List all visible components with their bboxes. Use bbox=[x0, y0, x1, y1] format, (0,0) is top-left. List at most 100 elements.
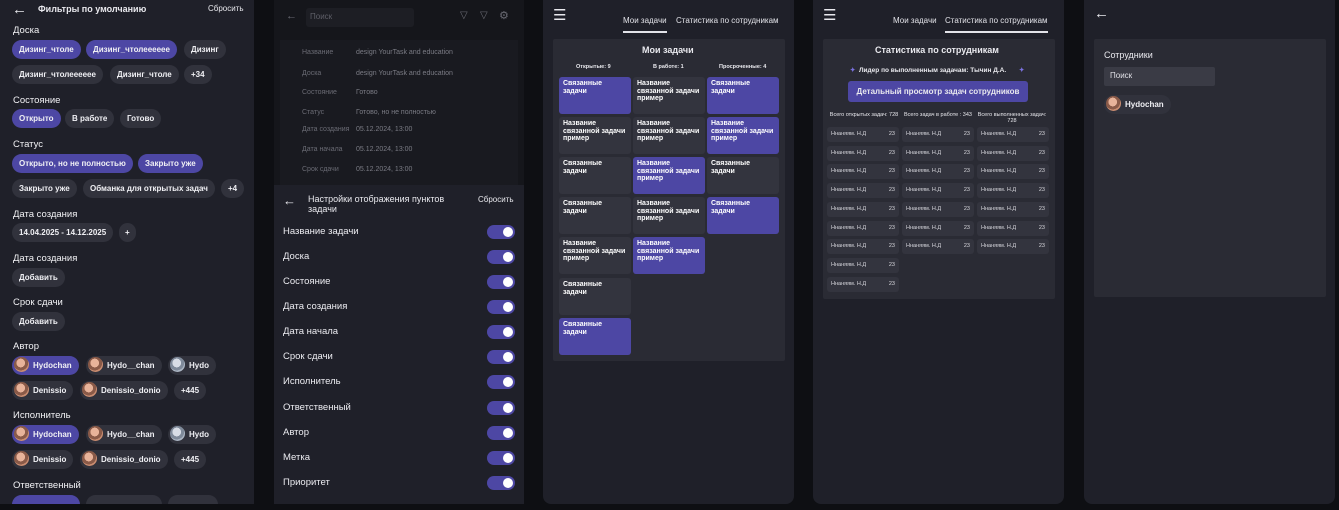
responsible-chip[interactable] bbox=[12, 495, 80, 504]
task-count: 23 bbox=[888, 243, 895, 250]
preview-label: Статус bbox=[302, 109, 325, 116]
add-created-button[interactable]: Добавить bbox=[12, 268, 65, 287]
task-count: 23 bbox=[888, 131, 895, 137]
task-card[interactable]: Название связанной задачи пример bbox=[633, 117, 705, 154]
status-chip[interactable]: Закрыто уже bbox=[138, 154, 203, 173]
menu-icon[interactable]: ☰ bbox=[553, 8, 566, 23]
task-card[interactable]: Название связанной задачи пример bbox=[559, 117, 631, 154]
tab-my-tasks[interactable]: Мои задачи bbox=[623, 16, 667, 33]
state-chip[interactable]: Открыто bbox=[12, 109, 61, 128]
detail-view-button[interactable]: Детальный просмотр задач сотрудников bbox=[848, 81, 1028, 102]
toggle-switch[interactable] bbox=[487, 250, 515, 264]
employee-name: Ннаняям. Н.Д bbox=[981, 224, 1017, 231]
tab-stats[interactable]: Статистика по сотрудникам bbox=[676, 16, 779, 25]
back-arrow-icon[interactable]: ← bbox=[283, 193, 296, 208]
avatar bbox=[1106, 96, 1121, 112]
author-chip[interactable]: Denissio_donio bbox=[80, 381, 168, 400]
board-chip[interactable]: Дизинг_чтоле bbox=[12, 40, 81, 59]
display-settings-panel: ← Поиск ▽ ▽ ⚙ Название design YourTask an… bbox=[274, 0, 524, 504]
executor-chip[interactable]: Denissio bbox=[12, 450, 74, 469]
toggle-switch[interactable] bbox=[487, 225, 515, 239]
tab-my-tasks[interactable]: Мои задачи bbox=[893, 16, 937, 25]
menu-icon[interactable]: ☰ bbox=[823, 8, 836, 23]
employee-name: Ннаняям. Н.Д bbox=[831, 243, 867, 250]
filters-panel: ← Фильтры по умолчанию Сбросить Доска Ди… bbox=[0, 0, 254, 504]
column-header: Всего открытых задач: 728 bbox=[829, 112, 899, 118]
toggle-label: Ответственный bbox=[283, 402, 351, 413]
responsible-chip[interactable] bbox=[168, 495, 218, 504]
task-card[interactable]: Название связанной задачи пример bbox=[633, 237, 705, 274]
task-count: 23 bbox=[963, 243, 970, 250]
task-card[interactable]: Связанные задачи bbox=[559, 77, 631, 114]
author-chip[interactable]: Hydochan bbox=[12, 356, 79, 375]
task-count: 23 bbox=[888, 149, 895, 156]
toggle-switch[interactable] bbox=[487, 275, 515, 289]
avatar bbox=[170, 426, 185, 442]
back-arrow-icon[interactable]: ← bbox=[12, 2, 27, 17]
task-card[interactable]: Связанные задачи bbox=[559, 197, 631, 234]
employee-chip[interactable]: Hydochan bbox=[1104, 95, 1171, 114]
state-chip[interactable]: В работе bbox=[65, 109, 115, 128]
gear-icon[interactable]: ⚙ bbox=[499, 9, 509, 22]
add-due-button[interactable]: Добавить bbox=[12, 312, 65, 331]
status-chip[interactable]: Обманка для открытых задач bbox=[83, 179, 215, 198]
board-chip[interactable]: Дизинг_чтоле bbox=[110, 65, 179, 84]
created-label: Дата создания bbox=[13, 209, 78, 220]
avatar bbox=[82, 451, 97, 467]
reset-button[interactable]: Сбросить bbox=[208, 4, 244, 13]
task-card[interactable]: Связанные задачи bbox=[707, 197, 779, 234]
board-more-chip[interactable]: +34 bbox=[184, 65, 212, 84]
task-card[interactable]: Название связанной задачи пример bbox=[633, 157, 705, 194]
task-card[interactable]: Связанные задачи bbox=[707, 157, 779, 194]
search-input[interactable]: Поиск bbox=[1104, 67, 1215, 86]
author-chip[interactable]: Hydo bbox=[168, 356, 216, 375]
filter-settings-icon[interactable]: ▽ bbox=[480, 10, 488, 21]
executor-chip[interactable]: Hydo bbox=[168, 425, 216, 444]
task-card[interactable]: Название связанной задачи пример bbox=[633, 77, 705, 114]
board-chip[interactable]: Дизинг_чтолееееее bbox=[12, 65, 103, 84]
executor-chip[interactable]: Hydochan bbox=[12, 425, 79, 444]
executor-chip[interactable]: Denissio_donio bbox=[80, 450, 168, 469]
date-range-chip[interactable]: 14.04.2025 - 14.12.2025 bbox=[12, 223, 114, 242]
toggle-switch[interactable] bbox=[487, 426, 515, 440]
state-chip[interactable]: Готово bbox=[120, 109, 162, 128]
task-card[interactable]: Связанные задачи bbox=[559, 278, 631, 315]
responsible-chip[interactable] bbox=[86, 495, 162, 504]
tab-stats[interactable]: Статистика по сотрудникам bbox=[945, 16, 1048, 33]
toggle-switch[interactable] bbox=[487, 476, 515, 490]
author-chip[interactable]: Denissio bbox=[12, 381, 74, 400]
back-arrow-icon[interactable]: ← bbox=[1094, 6, 1109, 21]
author-chip[interactable]: Hydo__chan bbox=[86, 356, 162, 375]
task-card[interactable]: Название связанной задачи пример bbox=[559, 237, 631, 274]
toggle-switch[interactable] bbox=[487, 350, 515, 364]
executor-more-chip[interactable]: +445 bbox=[174, 450, 207, 469]
toggle-switch[interactable] bbox=[487, 325, 515, 339]
reset-button[interactable]: Сбросить bbox=[478, 195, 514, 204]
task-card[interactable]: Связанные задачи bbox=[559, 318, 631, 355]
status-chip[interactable]: Открыто, но не полностью bbox=[12, 154, 133, 173]
board-chip[interactable]: Дизинг_чтолееееее bbox=[86, 40, 177, 59]
task-card[interactable]: Связанные задачи bbox=[707, 77, 779, 114]
status-more-chip[interactable]: +4 bbox=[221, 179, 245, 198]
employee-name: Ннаняям. Н.Д bbox=[831, 168, 867, 175]
back-arrow-icon[interactable]: ← bbox=[286, 10, 297, 22]
author-more-chip[interactable]: +445 bbox=[174, 381, 207, 400]
status-chip[interactable]: Закрыто уже bbox=[12, 179, 77, 198]
task-card[interactable]: Связанные задачи bbox=[559, 157, 631, 194]
toggle-switch[interactable] bbox=[487, 451, 515, 465]
task-count: 23 bbox=[963, 187, 970, 194]
created2-label: Дата создания bbox=[13, 253, 78, 264]
task-card[interactable]: Название связанной задачи пример bbox=[633, 197, 705, 234]
board-chip[interactable]: Дизинг bbox=[184, 40, 226, 59]
executor-chip[interactable]: Hydo__chan bbox=[86, 425, 162, 444]
page-title: Мои задачи bbox=[642, 45, 694, 55]
filter-icon[interactable]: ▽ bbox=[460, 10, 468, 21]
add-date-button[interactable]: + bbox=[119, 223, 136, 242]
task-card[interactable]: Название связанной задачи пример bbox=[707, 117, 779, 154]
toggle-switch[interactable] bbox=[487, 300, 515, 314]
toggle-switch[interactable] bbox=[487, 401, 515, 415]
toggle-row: Срок сдачи bbox=[283, 350, 515, 364]
toggle-switch[interactable] bbox=[487, 375, 515, 389]
stats-row: Ннаняям. Н.Д 23 bbox=[977, 201, 1049, 217]
search-input[interactable]: Поиск bbox=[306, 8, 414, 27]
